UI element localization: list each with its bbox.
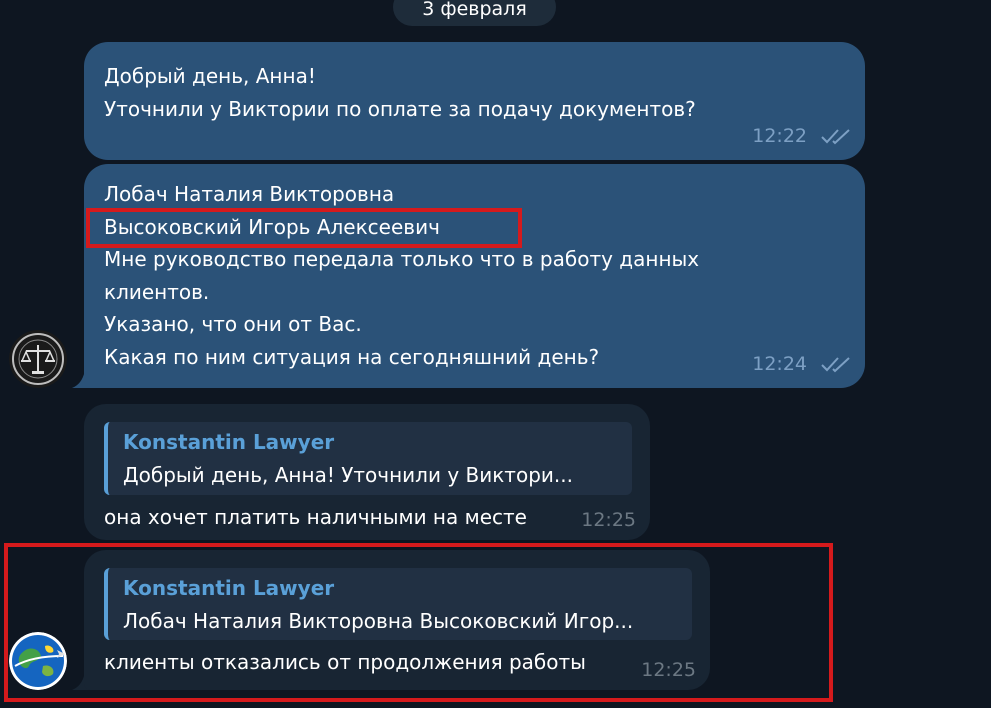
globe-icon <box>9 632 67 690</box>
message-meta: 12:24 <box>752 348 855 381</box>
message-meta: 12:22 <box>752 120 855 153</box>
reply-text: Добрый день, Анна! Уточнили у Виктори... <box>123 463 573 487</box>
message-bubble[interactable]: Konstantin Lawyer Добрый день, Анна! Уто… <box>84 404 650 540</box>
message-time: 12:25 <box>581 508 636 531</box>
message-text: она хочет платить наличными на месте <box>104 505 527 529</box>
message-time: 12:24 <box>752 352 807 375</box>
reply-preview[interactable]: Konstantin Lawyer Добрый день, Анна! Уто… <box>104 422 632 495</box>
double-check-icon <box>821 129 850 145</box>
message-text-line: Какая по ним ситуация на сегодняшний ден… <box>104 344 600 369</box>
message-bubble[interactable]: Лобач Наталия Викторовна Высоковский Иго… <box>84 164 865 388</box>
globe-airplane-avatar[interactable] <box>9 632 67 690</box>
message-time: 12:22 <box>752 124 807 147</box>
double-check-icon <box>821 357 850 373</box>
date-separator: 3 февраля <box>393 0 556 26</box>
message-bubble[interactable]: Добрый день, Анна! Уточнили у Виктории п… <box>84 42 865 160</box>
scales-of-justice-avatar[interactable] <box>9 330 67 388</box>
message-text-line: клиентов. <box>104 279 210 304</box>
message-meta: 12:25 <box>581 504 636 537</box>
reply-author: Konstantin Lawyer <box>123 430 335 454</box>
message-text-line: Указано, что они от Вас. <box>104 312 362 336</box>
message-text-line: Лобач Наталия Викторовна <box>104 182 395 206</box>
message-text-line: Уточнили у Виктории по оплате за подачу … <box>104 96 696 121</box>
message-text-line: Добрый день, Анна! <box>104 64 316 88</box>
highlight-box <box>4 543 833 702</box>
scales-icon <box>9 330 67 388</box>
highlight-box <box>86 208 522 248</box>
